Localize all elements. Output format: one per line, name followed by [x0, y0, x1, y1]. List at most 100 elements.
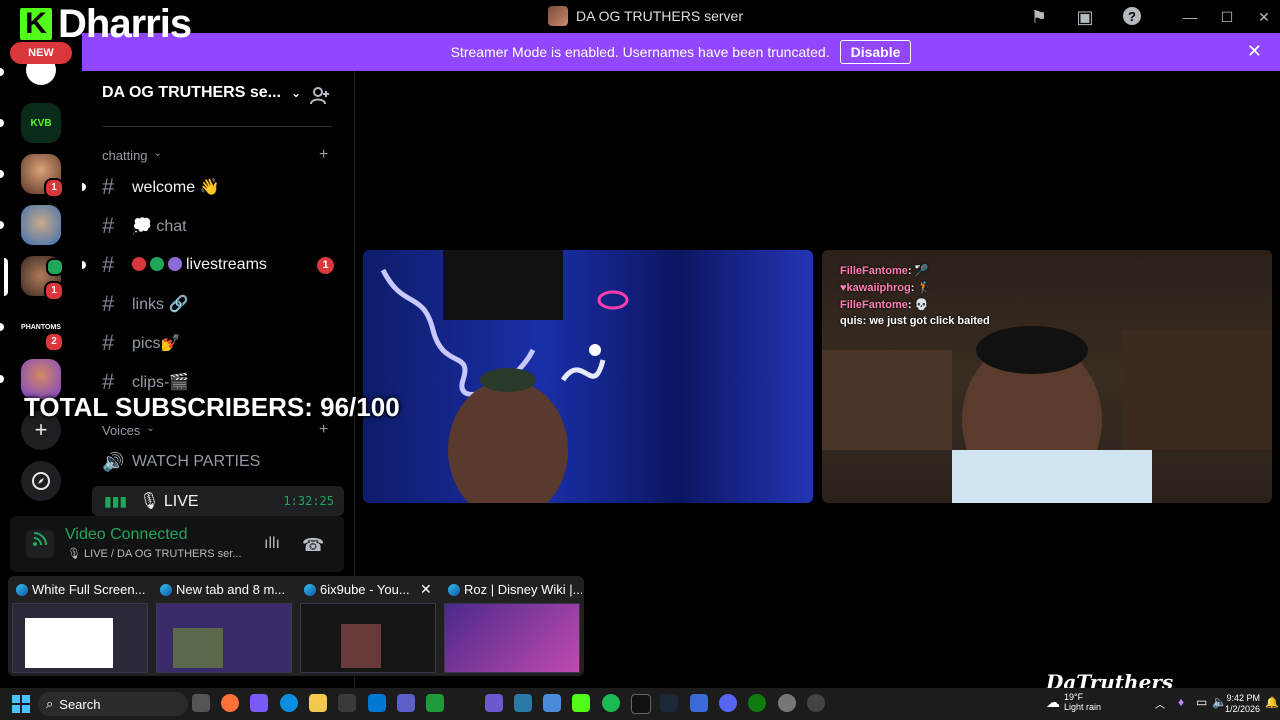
steam-icon[interactable]	[660, 694, 678, 712]
app-icon[interactable]	[426, 694, 444, 712]
weather-widget[interactable]: ☁ 19°F Light rain	[1046, 692, 1101, 712]
stream-chat-line: quis: we just got click baited	[840, 315, 990, 327]
channel-livestreams[interactable]: # livestreams	[102, 250, 267, 280]
spotify-icon[interactable]	[602, 694, 620, 712]
category-chatting[interactable]: chatting ⌄	[102, 148, 162, 163]
minimize-button[interactable]: —	[1175, 6, 1205, 28]
chat-message: 🏸	[914, 265, 929, 277]
window-preview[interactable]: Roz | Disney Wiki |...	[442, 580, 582, 674]
flag-icon[interactable]: ⚑	[1028, 6, 1050, 28]
server-kvb-label: KVB	[30, 117, 52, 129]
category-voices[interactable]: Voices ⌄	[102, 423, 155, 438]
taskbar-search[interactable]: ⌕ Search	[38, 692, 188, 716]
streamer-name: Dharris	[58, 2, 192, 46]
channel-chat[interactable]: # 💭 chat	[102, 211, 187, 241]
app-icon[interactable]	[543, 694, 561, 712]
xbox-icon[interactable]	[748, 694, 766, 712]
divider	[102, 126, 332, 127]
copilot-icon[interactable]	[250, 694, 268, 712]
green-circle-icon	[150, 257, 164, 271]
channel-label: welcome 👋	[132, 179, 220, 196]
chevron-up-icon[interactable]: ︿	[1155, 696, 1165, 711]
channel-pics[interactable]: # pics💅	[102, 328, 180, 358]
voice-status[interactable]: Video Connected	[65, 526, 187, 544]
system-clock[interactable]: 9:42 PM 1/2/2026	[1225, 693, 1260, 715]
window-preview[interactable]: White Full Screen...	[10, 580, 150, 674]
edge-icon[interactable]	[280, 694, 298, 712]
explore-servers-icon[interactable]	[21, 461, 61, 501]
video-status-icon	[46, 258, 64, 276]
preview-image	[444, 603, 580, 673]
stream-chat-line: FilleFantome: 💀	[840, 299, 929, 311]
window-title: DA OG TRUTHERS server	[548, 6, 743, 26]
close-preview-icon[interactable]: ✕	[420, 581, 432, 598]
window-preview[interactable]: New tab and 8 m...	[154, 580, 294, 674]
mention-badge: 1	[44, 281, 64, 301]
server-name: DA OG TRUTHERS se...	[102, 84, 281, 101]
maximize-button[interactable]: ☐	[1212, 6, 1242, 28]
category-label: chatting	[102, 148, 148, 163]
kick-app-icon[interactable]	[572, 694, 590, 712]
disable-streamer-mode-button[interactable]: Disable	[839, 40, 912, 64]
app-icon[interactable]	[485, 694, 503, 712]
close-icon[interactable]: ✕	[1247, 41, 1262, 62]
help-icon[interactable]: ?	[1121, 6, 1143, 28]
settings-icon[interactable]	[778, 694, 796, 712]
notifications-icon[interactable]: 🔔	[1265, 696, 1279, 709]
channel-label: clips-🎬	[132, 374, 190, 391]
category-label: Voices	[102, 423, 141, 438]
noise-suppression-icon[interactable]: ıllı	[264, 535, 280, 553]
create-channel-icon[interactable]: +	[319, 146, 328, 164]
chat-username: ♥kawaiiphrog	[840, 282, 911, 294]
chat-message: we just got click baited	[869, 315, 990, 327]
channel-mention-badge: 1	[317, 257, 334, 274]
stream-chat-line: ♥kawaiiphrog: 🏌	[840, 282, 932, 294]
purple-circle-icon	[168, 257, 182, 271]
selected-indicator	[4, 258, 8, 296]
outlook-icon[interactable]	[368, 694, 386, 712]
channel-label: pics💅	[132, 335, 181, 352]
discord-icon[interactable]	[719, 694, 737, 712]
voice-channel-watch-parties[interactable]: 🔊 WATCH PARTIES	[102, 447, 260, 477]
stream-tile-1[interactable]	[363, 250, 813, 503]
live-activity-icon: ▮▮▮	[104, 492, 128, 509]
hash-icon: #	[102, 174, 115, 199]
create-channel-icon[interactable]: +	[319, 421, 328, 439]
file-explorer-icon[interactable]	[309, 694, 327, 712]
chevron-down-icon: ⌄	[290, 86, 302, 100]
task-view-icon[interactable]	[192, 694, 210, 712]
preview-image	[156, 603, 292, 673]
disconnect-icon[interactable]: ☎	[302, 535, 324, 556]
chevron-down-icon: ⌄	[153, 148, 162, 159]
close-window-button[interactable]: ✕	[1249, 6, 1279, 28]
tray-app-icon[interactable]: ♦	[1178, 695, 1184, 709]
firefox-icon[interactable]	[221, 694, 239, 712]
invite-people-icon[interactable]	[310, 86, 330, 111]
network-icon[interactable]: ▭	[1196, 695, 1207, 709]
stream-chat-line: FilleFantome: 🏸	[840, 265, 929, 277]
app-icon[interactable]	[807, 694, 825, 712]
preview-image	[300, 603, 436, 673]
streamer-mode-banner: Streamer Mode is enabled. Usernames have…	[82, 33, 1280, 71]
inbox-icon[interactable]: ▣	[1074, 6, 1096, 28]
connection-signal-icon[interactable]	[26, 530, 54, 558]
channel-welcome[interactable]: # welcome 👋	[102, 172, 220, 202]
server-icon-kvb[interactable]: KVB	[21, 103, 61, 143]
windows-start-icon[interactable]	[12, 695, 30, 713]
preview-title: Roz | Disney Wiki |...	[442, 580, 582, 600]
teams-icon[interactable]	[397, 694, 415, 712]
app-icon[interactable]	[514, 694, 532, 712]
kick-overlay-logo: K Dharris	[20, 2, 192, 46]
chat-username: FilleFantome	[840, 265, 908, 277]
svg-text:?: ?	[1128, 9, 1136, 24]
epic-games-icon[interactable]	[631, 694, 651, 714]
server-icon[interactable]	[21, 205, 61, 245]
channel-links[interactable]: # links 🔗	[102, 289, 188, 319]
voice-channel-live[interactable]: ▮▮▮ 🎙 LIVE 1:32:25	[92, 486, 344, 516]
server-header[interactable]: DA OG TRUTHERS se... ⌄	[102, 84, 301, 102]
app-icon[interactable]	[690, 694, 708, 712]
voice-channel-path[interactable]: 🎙 LIVE / DA OG TRUTHERS ser...	[67, 547, 242, 560]
subscriber-goal-overlay: TOTAL SUBSCRIBERS: 96/100	[24, 392, 400, 422]
window-preview[interactable]: 6ix9ube - You...	[298, 580, 438, 674]
store-icon[interactable]	[338, 694, 356, 712]
